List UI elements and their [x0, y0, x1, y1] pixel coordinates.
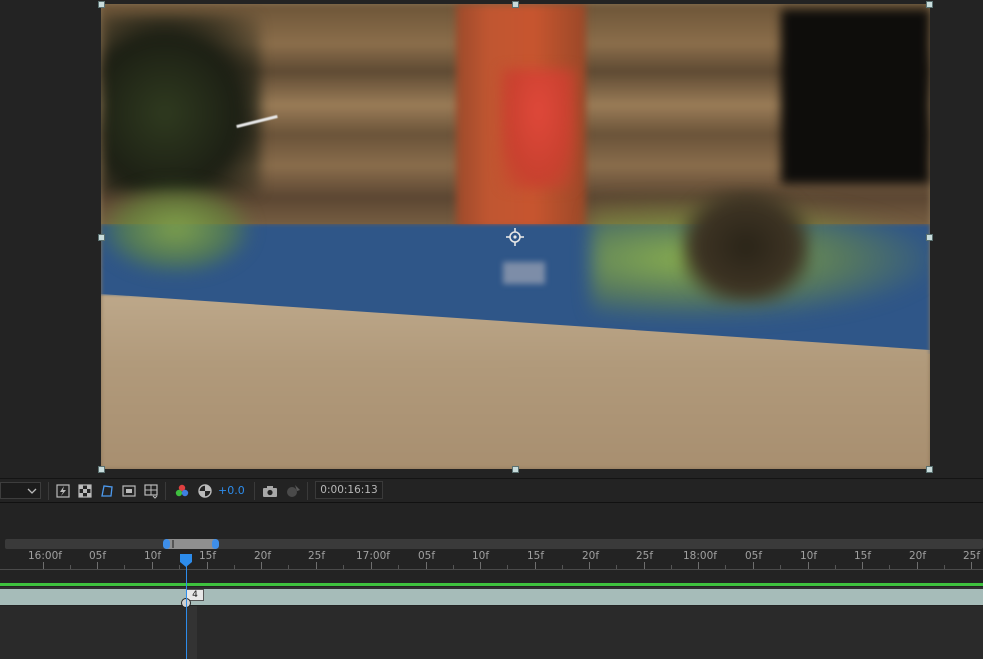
transform-handle-left[interactable]	[98, 234, 105, 241]
current-time-indicator-line[interactable]	[186, 559, 187, 659]
ruler-label: 15f	[527, 550, 545, 562]
ruler-label: 15f	[199, 550, 217, 562]
mask-path-icon[interactable]	[99, 483, 115, 499]
transform-handle-bottom-left[interactable]	[98, 466, 105, 473]
ruler-tick	[917, 562, 918, 569]
anchor-point-icon[interactable]	[506, 228, 524, 246]
transparency-grid-icon[interactable]	[77, 483, 93, 499]
transform-handle-right[interactable]	[926, 234, 933, 241]
current-time-display[interactable]: 0:00:16:13	[315, 481, 383, 499]
ruler-tick	[43, 562, 44, 569]
ruler-label: 18:00f	[683, 550, 717, 562]
ruler-label: 05f	[418, 550, 436, 562]
time-ruler[interactable]: 16:00f 05f 10f 15f 20f 25f 17:00f 05f 10…	[0, 549, 983, 569]
ruler-label: 20f	[582, 550, 600, 562]
ruler-tick	[862, 562, 863, 569]
ruler-label: 25f	[308, 550, 326, 562]
ruler-tick	[316, 562, 317, 569]
time-navigator-end-handle[interactable]	[212, 539, 219, 549]
ruler-tick	[698, 562, 699, 569]
footage-red-sign	[501, 69, 576, 189]
ruler-tick	[371, 562, 372, 569]
snapshot-icon[interactable]	[262, 483, 278, 499]
timeline-empty-area[interactable]	[0, 606, 983, 659]
show-snapshot-icon[interactable]	[285, 483, 301, 499]
ruler-tick	[97, 562, 98, 569]
ruler-label: 25f	[636, 550, 654, 562]
playhead-icon[interactable]	[180, 554, 192, 567]
ruler-label: 16:00f	[28, 550, 62, 562]
footage-plate	[503, 262, 545, 284]
viewer-toolbar: +0.0 0:00:16:13	[0, 478, 983, 502]
time-navigator-range[interactable]	[166, 539, 216, 549]
footage-plants-left	[101, 184, 251, 274]
ruler-tick	[480, 562, 481, 569]
ruler-tick	[535, 562, 536, 569]
toolbar-divider	[307, 482, 308, 500]
ruler-label: 25f	[963, 550, 981, 562]
layer-duration-bar[interactable]	[0, 589, 983, 605]
time-navigator-start-handle[interactable]	[163, 539, 170, 549]
exposure-value[interactable]: +0.0	[218, 484, 245, 498]
ruler-label: 20f	[254, 550, 272, 562]
ruler-tick	[644, 562, 645, 569]
footage-shadow-right	[781, 9, 930, 184]
chevron-down-icon	[27, 488, 37, 494]
ruler-label: 20f	[909, 550, 927, 562]
ruler-label: 10f	[472, 550, 490, 562]
resolution-dropdown[interactable]	[0, 482, 41, 499]
reset-exposure-icon[interactable]	[197, 483, 213, 499]
ruler-tick	[152, 562, 153, 569]
toolbar-divider	[48, 482, 49, 500]
transform-handle-top-right[interactable]	[926, 1, 933, 8]
ruler-label: 05f	[745, 550, 763, 562]
transform-handle-bottom-right[interactable]	[926, 466, 933, 473]
color-channel-icon[interactable]	[174, 483, 190, 499]
timeline-panel: 16:00f 05f 10f 15f 20f 25f 17:00f 05f 10…	[0, 502, 983, 659]
current-frame-highlight	[186, 606, 197, 659]
ruler-tick	[808, 562, 809, 569]
ruler-tick	[971, 562, 972, 569]
ruler-label: 17:00f	[356, 550, 390, 562]
ruler-label: 05f	[89, 550, 107, 562]
region-of-interest-icon[interactable]	[121, 483, 137, 499]
ruler-tick	[753, 562, 754, 569]
transform-handle-top[interactable]	[512, 1, 519, 8]
toolbar-divider	[165, 482, 166, 500]
fast-previews-icon[interactable]	[55, 483, 71, 499]
transform-handle-bottom[interactable]	[512, 466, 519, 473]
grip-icon	[172, 540, 174, 548]
ruler-tick	[426, 562, 427, 569]
ruler-tick	[261, 562, 262, 569]
time-navigator-bar[interactable]	[5, 539, 983, 549]
render-bar	[0, 583, 983, 586]
ruler-label: 10f	[800, 550, 818, 562]
ruler-divider	[0, 569, 983, 570]
ruler-tick	[207, 562, 208, 569]
footage-rock	[681, 189, 811, 304]
transform-handle-top-left[interactable]	[98, 1, 105, 8]
ruler-label: 15f	[854, 550, 872, 562]
title-action-safe-icon[interactable]	[143, 483, 159, 499]
ruler-label: 10f	[144, 550, 162, 562]
toolbar-divider	[254, 482, 255, 500]
ruler-tick	[589, 562, 590, 569]
composition-viewer[interactable]	[0, 0, 983, 478]
footage-shadow-left	[101, 14, 261, 194]
